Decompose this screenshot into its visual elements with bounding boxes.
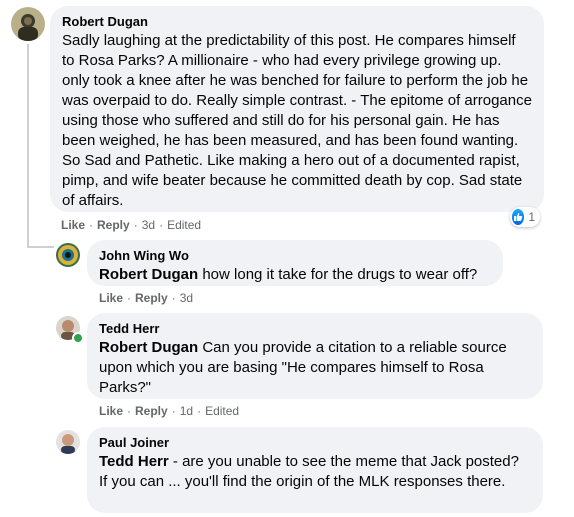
- comment-time[interactable]: 1d: [180, 404, 193, 418]
- edited-label[interactable]: Edited: [167, 218, 201, 232]
- mention-link[interactable]: Tedd Herr: [99, 453, 169, 470]
- comment-text: Sadly laughing at the predictability of …: [62, 32, 532, 209]
- reply-button[interactable]: Reply: [135, 404, 168, 418]
- thread-line: [27, 44, 29, 246]
- mention-link[interactable]: Robert Dugan: [99, 266, 198, 283]
- comment-bubble: John Wing Wo Robert Dugan how long it ta…: [87, 240, 503, 286]
- comment-actions: Like · Reply · 1d · Edited: [99, 404, 240, 418]
- comment-author[interactable]: John Wing Wo: [99, 248, 491, 264]
- mention-link[interactable]: Robert Dugan: [99, 339, 198, 356]
- like-button[interactable]: Like: [99, 404, 123, 418]
- thread-line: [27, 246, 54, 248]
- like-button[interactable]: Like: [61, 218, 85, 232]
- avatar[interactable]: [56, 430, 80, 454]
- comment-actions: Like · Reply · 3d · Edited: [61, 218, 202, 232]
- thumbs-up-icon: [512, 209, 525, 225]
- comment-author[interactable]: Robert Dugan: [62, 14, 532, 30]
- comment-actions: Like · Reply · 3d: [99, 291, 194, 305]
- comment-author[interactable]: Tedd Herr: [99, 321, 531, 337]
- comment-time[interactable]: 3d: [180, 291, 193, 305]
- avatar[interactable]: [56, 243, 80, 267]
- online-status-dot: [72, 332, 84, 344]
- reply-button[interactable]: Reply: [135, 291, 168, 305]
- reaction-count: 1: [528, 210, 535, 224]
- comment-author[interactable]: Paul Joiner: [99, 435, 531, 451]
- comment-bubble: Robert Dugan Sadly laughing at the predi…: [50, 6, 544, 212]
- comment-time[interactable]: 3d: [142, 218, 155, 232]
- reply-button[interactable]: Reply: [97, 218, 130, 232]
- comment-bubble: Tedd Herr Robert Dugan Can you provide a…: [87, 313, 543, 399]
- like-button[interactable]: Like: [99, 291, 123, 305]
- comment-bubble: Paul Joiner Tedd Herr - are you unable t…: [87, 427, 543, 513]
- avatar[interactable]: [11, 7, 45, 41]
- comment-text: how long it take for the drugs to wear o…: [202, 266, 478, 283]
- reaction-badge[interactable]: 1: [510, 207, 540, 227]
- edited-label[interactable]: Edited: [205, 404, 239, 418]
